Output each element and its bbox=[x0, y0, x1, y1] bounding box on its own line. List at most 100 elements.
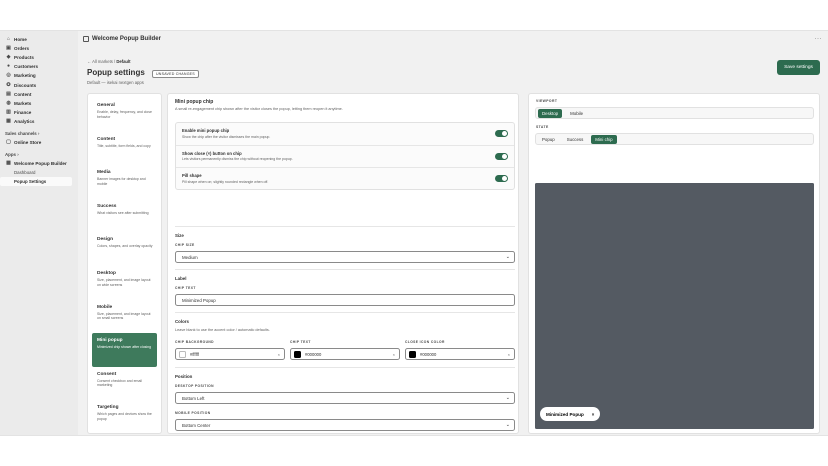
preview-stage: Minimized Popup × bbox=[535, 183, 814, 429]
colors-section-title: Colors bbox=[175, 319, 189, 324]
toggle-row-pill-shape: Pill shape Pill shape when on; slightly … bbox=[176, 168, 514, 191]
chip-text-color-field[interactable]: #000000 × bbox=[290, 348, 400, 360]
sidebar-item-marketing[interactable]: ◎ Marketing bbox=[0, 71, 78, 80]
sidebar-item-orders[interactable]: ▣ Orders bbox=[0, 44, 78, 53]
close-icon-color-label: CLOSE ICON COLOR bbox=[405, 340, 445, 344]
app-frame: ⌂ Home ▣ Orders ◆ Products ● Customers ◎ Mark… bbox=[0, 30, 828, 436]
toggle-group: Enable mini popup chip Show the chip aft… bbox=[175, 122, 515, 190]
clear-icon[interactable]: × bbox=[393, 352, 395, 357]
sidebar-item-markets[interactable]: ◍ Markets bbox=[0, 99, 78, 108]
globe-icon: ◍ bbox=[6, 99, 11, 106]
breadcrumb-back-link[interactable]: ← All markets bbox=[87, 59, 113, 64]
colors-help-text: Leave blank to use the accent color / au… bbox=[175, 328, 270, 332]
desktop-position-label: DESKTOP POSITION bbox=[175, 384, 214, 388]
section-description: A small re-engagement chip shown after t… bbox=[175, 107, 343, 111]
divider bbox=[175, 312, 515, 313]
content-icon: ▤ bbox=[6, 90, 11, 97]
tab-general[interactable]: General Enable, delay, frequency, and clo… bbox=[92, 98, 157, 132]
sidebar-item-finance[interactable]: ▥ Finance bbox=[0, 108, 78, 117]
pill-shape-toggle[interactable] bbox=[495, 175, 508, 183]
chip-text-label: CHIP TEXT bbox=[175, 286, 196, 290]
tab-mini-popup[interactable]: Mini popup Minimized chip shown after clo… bbox=[92, 333, 157, 367]
state-mini-chip-button[interactable]: Mini chip bbox=[591, 134, 617, 144]
chip-text-color-label: CHIP TEXT bbox=[290, 340, 311, 344]
tab-success[interactable]: Success What visitors see after submittin… bbox=[92, 199, 157, 233]
color-swatch[interactable] bbox=[294, 350, 301, 358]
section-title: Mini popup chip bbox=[175, 99, 214, 105]
chart-icon: ▦ bbox=[6, 117, 11, 124]
color-swatch[interactable] bbox=[409, 350, 416, 358]
sidebar-item-discounts[interactable]: ✪ Discounts bbox=[0, 80, 78, 89]
unsaved-changes-badge: UNSAVED CHANGES bbox=[152, 70, 199, 78]
chevron-down-icon: ⌄ bbox=[505, 254, 510, 260]
divider bbox=[175, 269, 515, 270]
preview-card: VIEWPORT Desktop Mobile STATE Popup Succ… bbox=[528, 93, 820, 434]
main-area: Welcome Popup Builder ··· ← All markets … bbox=[78, 31, 828, 435]
mini-popup-settings-card: Mini popup chip A small re-engagement ch… bbox=[167, 93, 519, 434]
position-section-title: Position bbox=[175, 374, 193, 379]
more-actions-icon[interactable]: ··· bbox=[815, 36, 823, 42]
discount-icon: ✪ bbox=[6, 81, 11, 88]
divider bbox=[175, 367, 515, 368]
sidebar-item-app[interactable]: ▩ Welcome Popup Builder bbox=[0, 159, 78, 168]
sidebar-item-customers[interactable]: ● Customers bbox=[0, 62, 78, 71]
home-icon: ⌂ bbox=[6, 36, 11, 43]
state-label: STATE bbox=[536, 125, 549, 129]
page-title: Popup settings bbox=[87, 68, 145, 77]
save-settings-button[interactable]: Save settings bbox=[777, 60, 820, 75]
clear-icon[interactable]: × bbox=[508, 352, 510, 357]
chip-text-input[interactable]: Minimized Popup bbox=[175, 294, 515, 306]
app-logo-icon bbox=[83, 36, 89, 42]
sidebar-item-home[interactable]: ⌂ Home bbox=[0, 35, 78, 44]
sidebar-item-products[interactable]: ◆ Products bbox=[0, 53, 78, 62]
desktop-position-select[interactable]: Bottom Left ⌄ bbox=[175, 392, 515, 404]
target-icon: ◎ bbox=[6, 72, 11, 79]
apps-label[interactable]: Apps › bbox=[0, 150, 78, 159]
chip-background-label: CHIP BACKGROUND bbox=[175, 340, 214, 344]
sidebar-item-analytics[interactable]: ▦ Analytics bbox=[0, 117, 78, 126]
sidebar-subitem-dashboard[interactable]: Dashboard bbox=[0, 168, 78, 177]
tab-mobile[interactable]: Mobile Size, placement, and image layout … bbox=[92, 300, 157, 334]
sales-channels-label[interactable]: Sales channels › bbox=[0, 129, 78, 138]
chip-background-field[interactable]: #ffffff × bbox=[175, 348, 285, 360]
chevron-down-icon: ⌄ bbox=[505, 395, 510, 401]
chip-size-label: CHIP SIZE bbox=[175, 243, 195, 247]
chip-size-select[interactable]: Medium ⌄ bbox=[175, 251, 515, 263]
breadcrumb: ← All markets / Default bbox=[87, 59, 131, 64]
tab-desktop[interactable]: Desktop Size, placement, and image layout… bbox=[92, 266, 157, 300]
breadcrumb-current: Default bbox=[116, 59, 131, 64]
viewport-desktop-button[interactable]: Desktop bbox=[538, 108, 563, 118]
close-button-toggle[interactable] bbox=[495, 152, 508, 160]
close-icon-color-field[interactable]: #000000 × bbox=[405, 348, 515, 360]
mini-chip-preview[interactable]: Minimized Popup × bbox=[540, 407, 601, 421]
size-section-title: Size bbox=[175, 233, 184, 238]
person-icon: ● bbox=[6, 63, 11, 70]
enable-chip-toggle[interactable] bbox=[495, 130, 508, 137]
state-popup-button[interactable]: Popup bbox=[538, 135, 559, 144]
tab-content[interactable]: Content Title, subtitle, form fields, and… bbox=[92, 132, 157, 166]
mobile-position-select[interactable]: Bottom Center ⌄ bbox=[175, 419, 515, 431]
clear-icon[interactable]: × bbox=[278, 352, 280, 357]
toggle-row-close-button: Show close (×) button on chip Lets visit… bbox=[176, 146, 514, 169]
mobile-position-label: MOBILE POSITION bbox=[175, 411, 211, 415]
sidebar-item-content[interactable]: ▤ Content bbox=[0, 90, 78, 99]
label-section-title: Label bbox=[175, 276, 187, 281]
store-icon: ▢ bbox=[6, 138, 11, 145]
tab-design[interactable]: Design Colors, shapes, and overlay opacit… bbox=[92, 232, 157, 266]
sidebar-subitem-popup-settings[interactable]: Popup Settings bbox=[0, 177, 72, 187]
divider bbox=[175, 226, 515, 227]
sidebar-item-online-store[interactable]: ▢ Online Store bbox=[0, 138, 78, 147]
color-swatch[interactable] bbox=[179, 350, 186, 358]
close-icon[interactable]: × bbox=[592, 412, 595, 417]
tab-targeting[interactable]: Targeting Which pages and devices show th… bbox=[92, 400, 157, 434]
state-success-button[interactable]: Success bbox=[563, 135, 588, 144]
viewport-mobile-button[interactable]: Mobile bbox=[566, 109, 587, 118]
toggle-row-enable-chip: Enable mini popup chip Show the chip aft… bbox=[176, 123, 514, 146]
viewport-label: VIEWPORT bbox=[536, 99, 558, 103]
app-header-title: Welcome Popup Builder bbox=[83, 36, 161, 42]
bank-icon: ▥ bbox=[6, 108, 11, 115]
tab-media[interactable]: Media Banner images for desktop and mobil… bbox=[92, 165, 157, 199]
app-icon: ▩ bbox=[6, 160, 11, 167]
tag-icon: ◆ bbox=[6, 54, 11, 61]
tab-consent[interactable]: Consent Consent checkbox and email market… bbox=[92, 367, 157, 401]
